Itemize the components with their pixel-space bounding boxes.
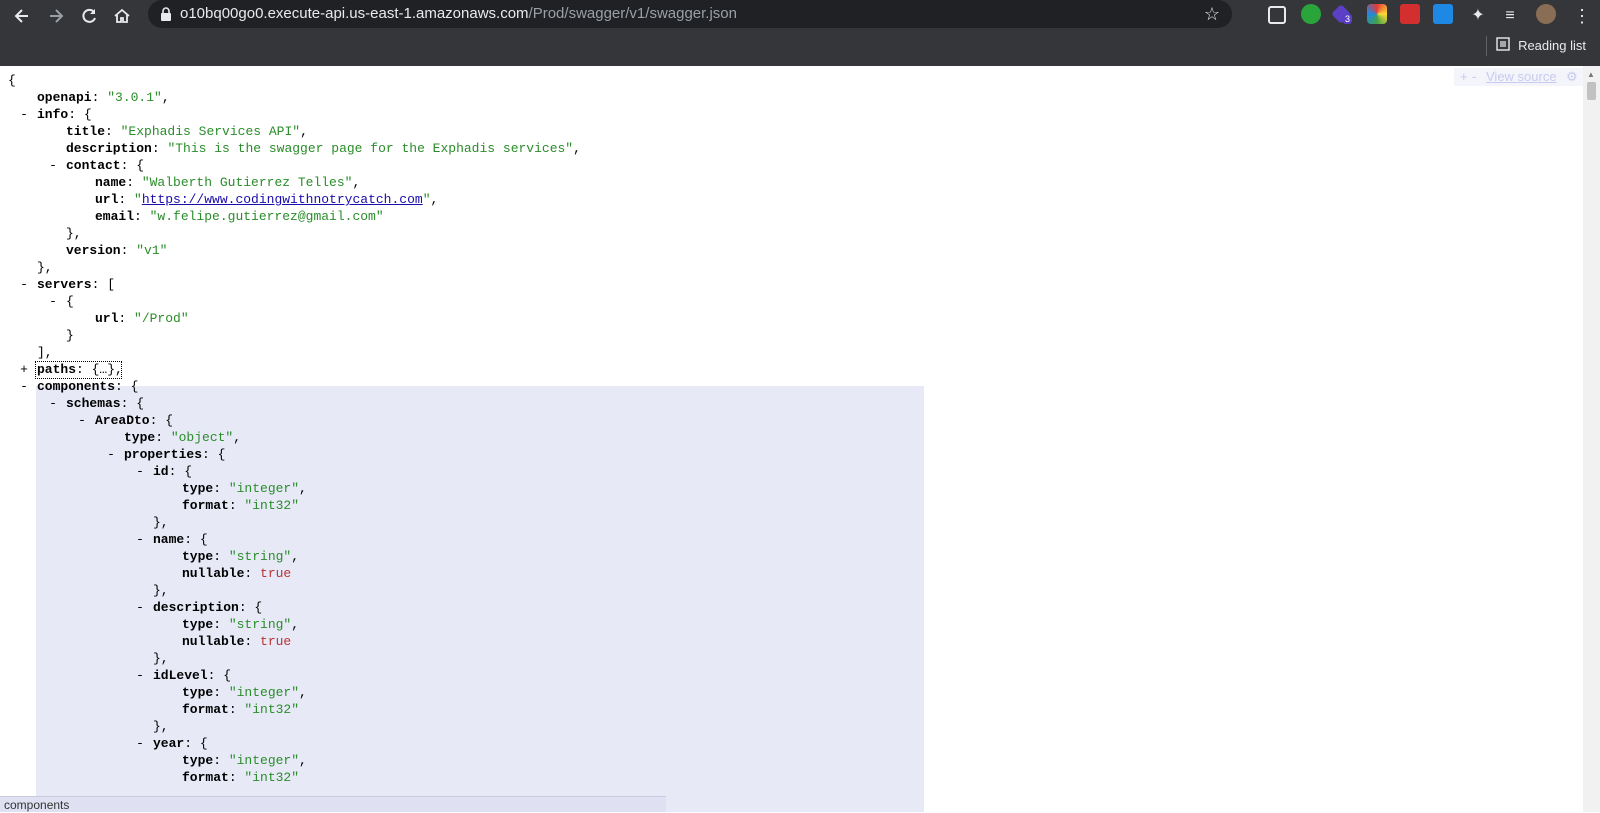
toggle-prop-idlevel[interactable]: - (135, 667, 145, 684)
json-line-server-url: url: "/Prod" (95, 311, 189, 326)
json-line-description-nullable: nullable: true (182, 634, 292, 649)
toggle-components[interactable]: - (19, 378, 29, 395)
json-line-contact-name: name: "Walberth Gutierrez Telles", (95, 175, 361, 190)
json-close-prop-description: }, (153, 651, 169, 666)
address-bar[interactable]: o10bq00go0.execute-api.us-east-1.amazona… (148, 0, 1232, 28)
toggle-areadto[interactable]: - (77, 412, 87, 429)
json-close-server-item: } (66, 328, 74, 343)
json-line-name-type: type: "string", (182, 549, 300, 564)
scroll-up-arrow-icon[interactable]: ▲ (1587, 70, 1595, 79)
json-line-description: description: "This is the swagger page f… (66, 141, 581, 156)
screenshot-icon[interactable] (1433, 4, 1453, 24)
home-icon[interactable] (110, 4, 134, 28)
view-source-link[interactable]: View source (1486, 69, 1557, 84)
json-line-contact: contact: { (66, 158, 145, 173)
toggle-prop-year[interactable]: - (135, 735, 145, 752)
json-line-id-format: format: "int32" (182, 498, 300, 513)
reading-list-label: Reading list (1518, 38, 1586, 53)
browser-toolbar: o10bq00go0.execute-api.us-east-1.amazona… (0, 0, 1600, 66)
url-path: /Prod/swagger/v1/swagger.json (528, 5, 737, 22)
json-close-prop-id: }, (153, 515, 169, 530)
json-line-schemas: schemas: { (66, 396, 145, 411)
back-icon[interactable] (10, 4, 34, 28)
json-line-id-type: type: "integer", (182, 481, 307, 496)
reading-list-icon (1496, 37, 1510, 54)
toggle-prop-id[interactable]: - (135, 463, 145, 480)
json-line-schema-type: type: "object", (124, 430, 242, 445)
json-line-idlevel-format: format: "int32" (182, 702, 300, 717)
password-manager-icon[interactable] (1400, 4, 1420, 24)
json-line-properties: properties: { (124, 447, 226, 462)
json-line-areadto: AreaDto: { (95, 413, 174, 428)
json-line-paths[interactable]: paths: {…}, (37, 361, 123, 378)
json-close-servers: ], (37, 345, 53, 360)
json-close-prop-name: }, (153, 583, 169, 598)
toggle-contact[interactable]: - (48, 157, 58, 174)
json-line-servers: servers: [ (37, 277, 116, 292)
json-line-title: title: "Exphadis Services API", (66, 124, 308, 139)
json-line-components: components: { (37, 379, 139, 394)
json-line-year-format: format: "int32" (182, 770, 300, 785)
json-line-info: info: { (37, 107, 92, 122)
toggle-prop-name[interactable]: - (135, 531, 145, 548)
toggle-schemas[interactable]: - (48, 395, 58, 412)
menu-kebab-icon[interactable]: ⋮ (1570, 4, 1594, 28)
json-line-contact-email: email: "w.felipe.gutierrez@gmail.com" (95, 209, 384, 224)
color-picker-icon[interactable] (1367, 4, 1387, 24)
extensions-puzzle-icon[interactable]: ✦ (1466, 4, 1490, 28)
json-line-prop-idlevel: idLevel: { (153, 668, 232, 683)
vertical-scrollbar[interactable]: ▲ (1583, 66, 1600, 812)
json-line-version: version: "v1" (66, 243, 168, 258)
settings-gear-icon[interactable]: ⚙ (1566, 69, 1578, 85)
reload-icon[interactable] (77, 4, 101, 28)
lock-icon (160, 7, 172, 26)
extension-badge-count: 3 (1343, 14, 1353, 24)
json-open-server-item: { (66, 294, 74, 309)
json-line-idlevel-type: type: "integer", (182, 685, 307, 700)
bookmark-star-icon[interactable]: ☆ (1204, 4, 1220, 25)
json-line-prop-name: name: { (153, 532, 208, 547)
json-close-prop-idlevel: }, (153, 719, 169, 734)
json-line-openapi: openapi: "3.0.1", (37, 90, 170, 105)
json-line-contact-url: url: "https://www.codingwithnotrycatch.c… (95, 192, 439, 207)
evernote-icon[interactable] (1301, 4, 1321, 24)
collapse-all-button[interactable]: - (1472, 69, 1476, 84)
pocket-icon[interactable] (1268, 6, 1286, 24)
media-queue-icon[interactable]: ≡ (1498, 4, 1522, 28)
toggle-prop-description[interactable]: - (135, 599, 145, 616)
json-close-info: }, (37, 260, 53, 275)
toolbar-separator (1486, 36, 1487, 56)
toggle-servers[interactable]: - (19, 276, 29, 293)
json-line-prop-description: description: { (153, 600, 263, 615)
reading-list-button[interactable]: Reading list (1496, 37, 1586, 54)
scrollbar-thumb[interactable] (1587, 82, 1596, 100)
view-source-panel: + - View source ⚙ (1454, 68, 1584, 86)
json-line-year-type: type: "integer", (182, 753, 307, 768)
json-line-description-type: type: "string", (182, 617, 300, 632)
json-line-name-nullable: nullable: true (182, 566, 292, 581)
expand-all-button[interactable]: + (1460, 69, 1468, 84)
contact-url-link[interactable]: https://www.codingwithnotrycatch.com (142, 192, 423, 207)
toggle-server-item[interactable]: - (48, 293, 58, 310)
json-line-prop-year: year: { (153, 736, 208, 751)
status-bar: components (0, 796, 666, 812)
forward-icon[interactable] (44, 4, 68, 28)
toggle-info[interactable]: - (19, 106, 29, 123)
url-host: o10bq00go0.execute-api.us-east-1.amazona… (180, 5, 529, 22)
json-line-prop-id: id: { (153, 464, 193, 479)
json-viewer: { openapi: "3.0.1", - info: { title: "Ex… (0, 66, 1583, 812)
toggle-properties[interactable]: - (106, 446, 116, 463)
toggle-paths[interactable]: + (19, 361, 29, 378)
json-close-contact: }, (66, 226, 82, 241)
json-open-brace: { (8, 73, 16, 88)
address-url: o10bq00go0.execute-api.us-east-1.amazona… (180, 5, 737, 22)
profile-avatar[interactable] (1536, 4, 1556, 24)
